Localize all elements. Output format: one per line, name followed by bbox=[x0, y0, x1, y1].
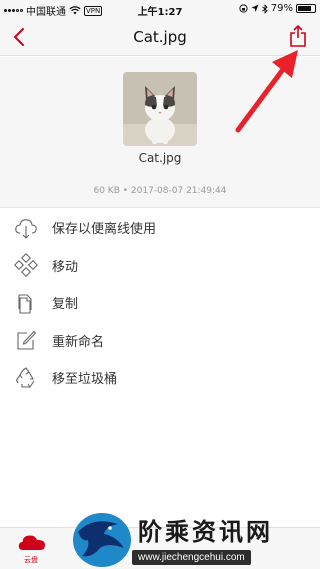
battery-icon bbox=[296, 4, 316, 13]
cat-thumbnail[interactable] bbox=[123, 72, 197, 146]
status-bar: 中国联通 VPN 上午1:27 79% bbox=[0, 0, 320, 18]
action-label: 重新命名 bbox=[52, 334, 105, 350]
action-label: 复制 bbox=[52, 297, 79, 313]
file-preview: Cat.jpg 60 KB • 2017-08-07 21:49:44 bbox=[0, 57, 320, 208]
rename-icon bbox=[17, 330, 37, 350]
action-rename[interactable]: 重新命名 bbox=[0, 322, 320, 360]
share-icon[interactable] bbox=[288, 24, 308, 48]
copy-icon bbox=[18, 294, 32, 314]
action-label: 移至垃圾桶 bbox=[52, 372, 118, 388]
file-name: Cat.jpg bbox=[138, 151, 182, 165]
lock-rotation-icon bbox=[239, 4, 248, 13]
bluetooth-icon bbox=[261, 3, 268, 14]
action-label: 移动 bbox=[52, 259, 79, 275]
move-icon bbox=[14, 253, 38, 278]
page-title: Cat.jpg bbox=[133, 28, 187, 46]
tab-cloud-label: 云盘 bbox=[24, 556, 38, 564]
trash-recycle-icon bbox=[15, 367, 35, 388]
action-list: 保存以便离线使用 移动 复制 重新命名 移至垃圾桶 bbox=[0, 209, 320, 397]
location-icon bbox=[251, 4, 259, 12]
action-label: 保存以便离线使用 bbox=[52, 222, 157, 238]
cloud-download-icon bbox=[15, 218, 37, 239]
status-right: 79% bbox=[239, 3, 316, 14]
action-save-offline[interactable]: 保存以便离线使用 bbox=[0, 209, 320, 247]
file-meta: 60 KB • 2017-08-07 21:49:44 bbox=[93, 186, 227, 196]
action-copy[interactable]: 复制 bbox=[0, 284, 320, 322]
action-move[interactable]: 移动 bbox=[0, 247, 320, 285]
battery-percent: 79% bbox=[270, 3, 293, 14]
action-trash[interactable]: 移至垃圾桶 bbox=[0, 359, 320, 397]
tab-bar: 云盘 bbox=[0, 527, 320, 569]
navigation-bar: Cat.jpg bbox=[0, 18, 320, 56]
cloud-icon bbox=[18, 535, 45, 550]
tab-cloud-drive[interactable]: 云盘 bbox=[0, 528, 62, 569]
